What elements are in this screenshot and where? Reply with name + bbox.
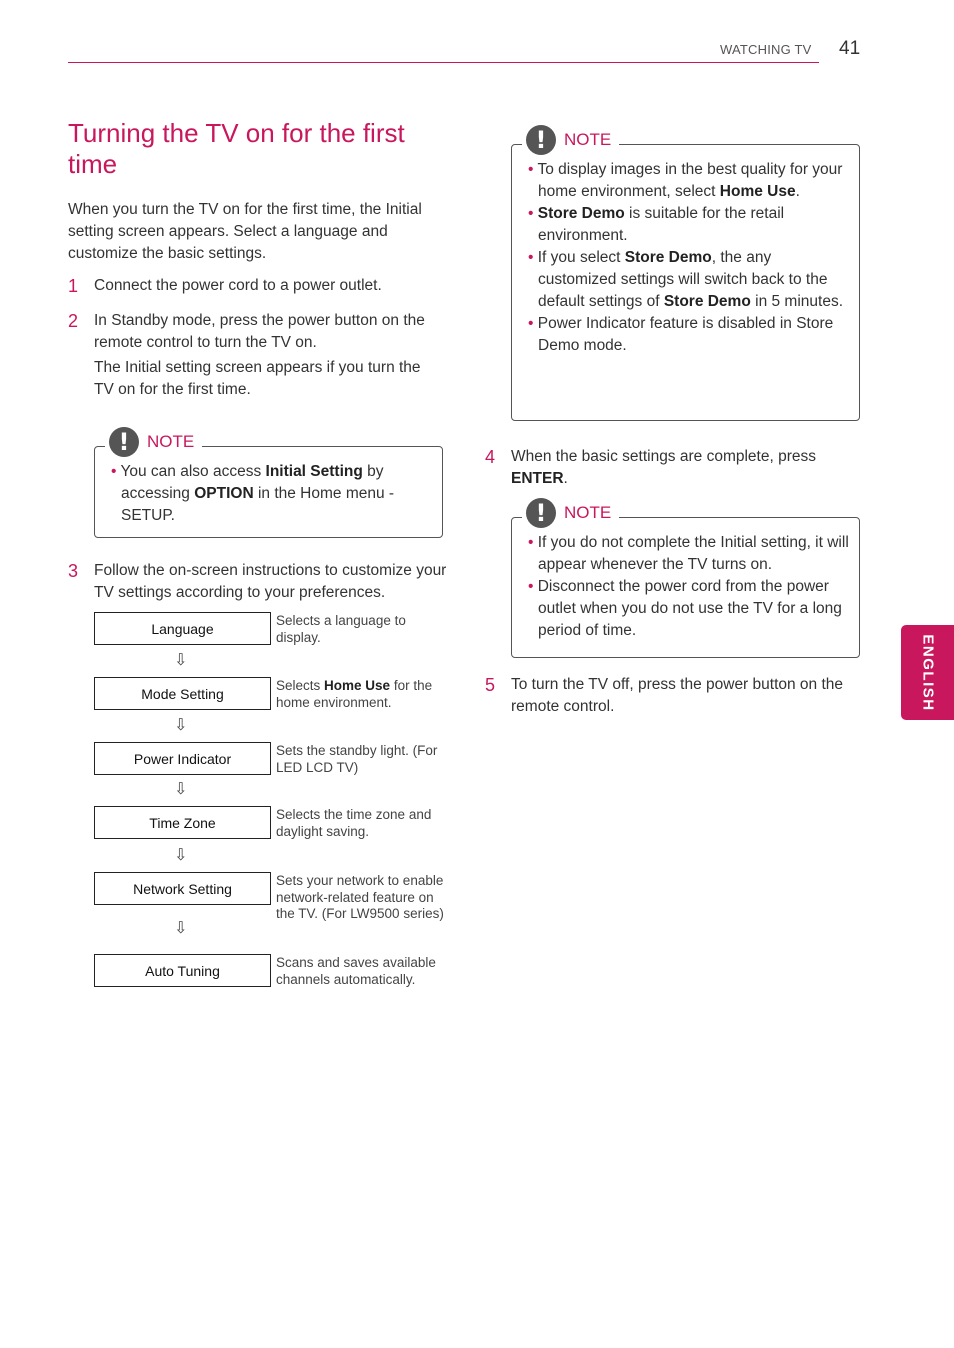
note-box-2: ! NOTE • To display images in the best q…: [511, 125, 860, 421]
step-text-3: Follow the on-screen instructions to cus…: [94, 562, 447, 601]
down-arrow-icon: ⇩: [174, 715, 188, 734]
text-run: Disconnect the power cord from the power…: [537, 578, 842, 639]
flow-step-mode-setting: Mode Setting: [94, 677, 271, 710]
note-box-1: ! NOTE • You can also access Initial Set…: [94, 427, 443, 538]
down-arrow-icon: ⇩: [174, 845, 188, 864]
text-run: If you do not complete the Initial setti…: [537, 534, 849, 573]
note-list: • You can also access Initial Setting by…: [111, 461, 431, 527]
step-number-4: 4: [485, 447, 496, 467]
bullet-icon: •: [528, 249, 538, 266]
header-section-title: WATCHING TV: [720, 42, 812, 57]
text-run: You can also access: [120, 463, 266, 480]
bullet-icon: •: [528, 534, 538, 551]
flow-step-power-indicator: Power Indicator: [94, 742, 271, 775]
bold-term: Store Demo: [663, 293, 751, 310]
text-run: in 5 minutes.: [750, 293, 843, 310]
page-number: 41: [839, 38, 861, 59]
text-run: Power Indicator feature is disabled in S…: [537, 315, 834, 354]
note-header: ! NOTE: [522, 125, 620, 155]
note-header: ! NOTE: [105, 427, 203, 457]
text-run: Selects: [276, 678, 325, 693]
note-list: • If you do not complete the Initial set…: [528, 532, 853, 642]
flow-desc-time-zone: Selects the time zone and daylight savin…: [276, 807, 451, 840]
language-side-tab: ENGLISH: [901, 625, 954, 720]
note-box-3: ! NOTE • If you do not complete the Init…: [511, 498, 860, 658]
page-title: Turning the TV on for the first time: [68, 118, 405, 179]
step-number-3: 3: [68, 561, 79, 581]
step-number-2: 2: [68, 311, 79, 331]
text-run: Sets your network to enable network-rela…: [276, 873, 444, 921]
note-label: NOTE: [564, 130, 612, 149]
bold-term: Store Demo: [624, 249, 712, 266]
note-item: • Store Demo is suitable for the retail …: [528, 203, 848, 247]
step-number-5: 5: [485, 675, 496, 695]
text-run: Selects the time zone and daylight savin…: [276, 807, 432, 839]
bullet-icon: •: [528, 578, 538, 595]
note-item: • If you do not complete the Initial set…: [528, 532, 853, 576]
note-item: • Power Indicator feature is disabled in…: [528, 313, 848, 357]
bullet-icon: •: [528, 205, 538, 222]
intro-paragraph: When you turn the TV on for the first ti…: [68, 201, 422, 262]
step-subtext-2: The Initial setting screen appears if yo…: [94, 359, 421, 398]
note-label: NOTE: [564, 503, 612, 522]
exclamation-icon: !: [526, 498, 556, 528]
note-header: ! NOTE: [522, 498, 620, 528]
step-text-4-suffix: .: [563, 470, 568, 487]
step-text-2: In Standby mode, press the power button …: [94, 312, 425, 351]
note-list: • To display images in the best quality …: [528, 159, 848, 357]
flow-desc-language: Selects a language to display.: [276, 613, 451, 646]
flow-desc-power-indicator: Sets the standby light. (For LED LCD TV): [276, 743, 451, 776]
note-item: • To display images in the best quality …: [528, 159, 848, 203]
bold-term: Initial Setting: [265, 463, 363, 480]
note-label: NOTE: [147, 432, 195, 451]
bold-term: Home Use: [324, 678, 391, 693]
text-run: If you select: [537, 249, 625, 266]
flow-desc-network-setting: Sets your network to enable network-rela…: [276, 873, 451, 923]
down-arrow-icon: ⇩: [174, 918, 188, 937]
flow-desc-auto-tuning: Scans and saves available channels autom…: [276, 955, 451, 988]
bold-term: OPTION: [194, 485, 254, 502]
text-run: Scans and saves available channels autom…: [276, 955, 436, 987]
bullet-icon: •: [528, 315, 538, 332]
language-side-tab-label: ENGLISH: [919, 633, 936, 712]
flow-desc-mode-setting: Selects Home Use for the home environmen…: [276, 678, 451, 711]
text-run: Sets the standby light. (For LED LCD TV): [276, 743, 438, 775]
down-arrow-icon: ⇩: [174, 779, 188, 798]
step-text-4-prefix: When the basic settings are complete, pr…: [511, 448, 816, 465]
flow-step-network-setting: Network Setting: [94, 872, 271, 905]
flow-step-time-zone: Time Zone: [94, 806, 271, 839]
step-text-5: To turn the TV off, press the power butt…: [511, 676, 844, 715]
flow-step-auto-tuning: Auto Tuning: [94, 954, 271, 987]
note-item: • Disconnect the power cord from the pow…: [528, 576, 853, 642]
exclamation-icon: !: [109, 427, 139, 457]
text-run: .: [795, 183, 800, 200]
step-text-1: Connect the power cord to a power outlet…: [94, 277, 382, 294]
flow-step-language: Language: [94, 612, 271, 645]
exclamation-icon: !: [526, 125, 556, 155]
step-number-1: 1: [68, 276, 79, 296]
note-item: • You can also access Initial Setting by…: [111, 461, 431, 527]
down-arrow-icon: ⇩: [174, 650, 188, 669]
step-text-4: When the basic settings are complete, pr…: [511, 446, 841, 490]
text-run: Selects a language to display.: [276, 613, 406, 645]
enter-key-label: ENTER: [511, 470, 564, 487]
bold-term: Home Use: [719, 183, 796, 200]
header-divider: [68, 62, 819, 63]
note-item: • If you select Store Demo, the any cust…: [528, 247, 848, 313]
bold-term: Store Demo: [537, 205, 625, 222]
